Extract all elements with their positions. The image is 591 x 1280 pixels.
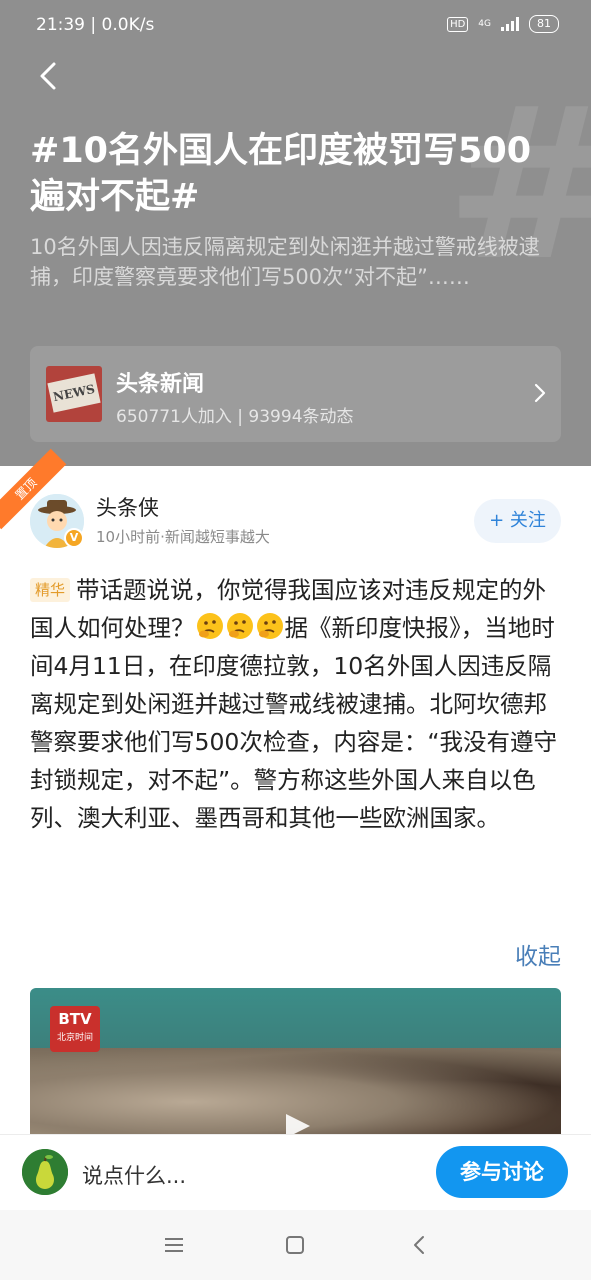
thinking-face-icon (256, 613, 283, 639)
status-bar: 21:39 | 0.0K/s HD 4G 81 (0, 0, 591, 52)
channel-logo: NEWS (46, 366, 102, 422)
hd-icon: HD (447, 16, 469, 32)
channel-logo-text: NEWS (47, 373, 101, 413)
collapse-link[interactable]: 收起 (515, 937, 561, 971)
menu-icon[interactable] (161, 1232, 187, 1258)
back-nav-icon[interactable] (406, 1232, 432, 1258)
btv-logo: BTV 北京时间 (50, 1006, 100, 1052)
comment-bar: 说点什么... 参与讨论 (0, 1134, 591, 1210)
channel-card[interactable]: NEWS 头条新闻 650771人加入 | 93994条动态 (30, 346, 561, 442)
follow-button[interactable]: + 关注 (474, 499, 561, 543)
post-body: 精华 带话题说说，你觉得我国应该对违反规定的外国人如何处理？ 据《新印度快报》，当地… (30, 571, 564, 837)
pear-icon (22, 1149, 68, 1195)
back-button[interactable] (28, 56, 68, 96)
author-name[interactable]: 头条侠 (96, 492, 159, 522)
verified-badge-icon: V (64, 528, 84, 548)
channel-name: 头条新闻 (116, 372, 205, 397)
topic-description: 10名外国人因违反隔离规定到处闲逛并越过警戒线被逮捕，印度警察竟要求他们写500… (30, 235, 540, 289)
topic-title: #10名外国人在印度被罚写500遍对不起# (30, 131, 532, 217)
thinking-face-icon (196, 613, 223, 639)
video-thumbnail[interactable]: BTV 北京时间 (30, 988, 561, 1134)
play-icon[interactable] (280, 1114, 312, 1134)
join-discussion-button[interactable]: 参与讨论 (436, 1146, 568, 1198)
channel-stats: 650771人加入 | 93994条动态 (116, 407, 354, 427)
thinking-face-icon (226, 613, 253, 639)
status-time: 21:39 (36, 15, 85, 35)
status-speed: 0.0K/s (101, 15, 155, 35)
network-type: 4G (478, 18, 491, 29)
system-nav-bar (0, 1210, 591, 1280)
essence-tag: 精华 (30, 578, 71, 602)
post-text-part2: 据《新印度快报》，当地时间4月11日，在印度德拉敦，10名外国人因违反隔离规定到… (30, 614, 558, 832)
battery-icon: 81 (529, 15, 559, 33)
chevron-right-icon (533, 382, 547, 408)
signal-icon (501, 17, 519, 31)
home-icon[interactable] (282, 1232, 308, 1258)
chevron-left-icon (40, 62, 56, 90)
comment-input[interactable]: 说点什么... (82, 1160, 186, 1190)
topic-header: # 21:39 | 0.0K/s HD 4G 81 #10名外国人在印度被罚写5… (0, 0, 591, 466)
post-meta: 10小时前·新闻越短事越大 (96, 528, 270, 546)
pear-avatar (22, 1149, 68, 1195)
